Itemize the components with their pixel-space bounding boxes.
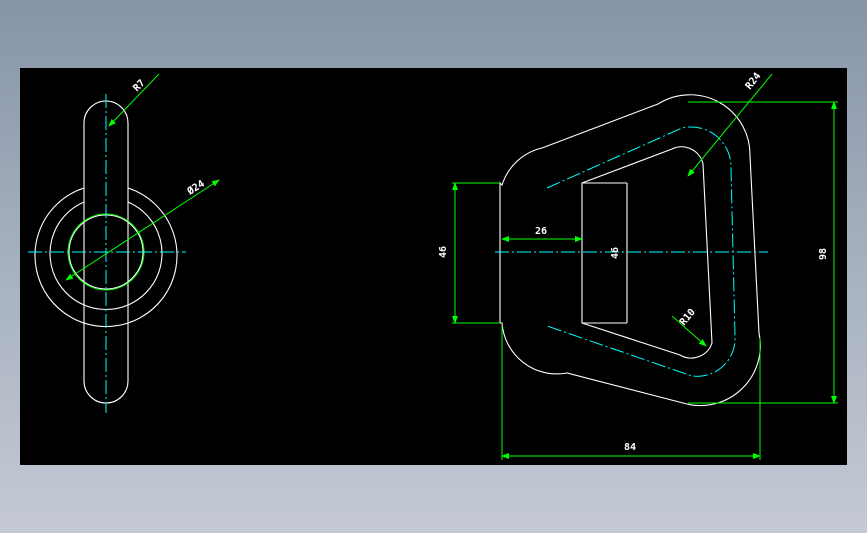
dim-r10: R10 — [678, 307, 698, 328]
front-view: 46 26 46 98 R24 R10 84 — [438, 71, 838, 460]
dim-84: 84 — [624, 442, 636, 453]
r7-leader — [108, 73, 160, 127]
dim-r7: R7 — [131, 78, 147, 94]
dim-26: 26 — [535, 226, 547, 237]
dim-46-left: 46 — [438, 246, 449, 258]
r24-leader — [687, 73, 773, 177]
outer-profile — [499, 94, 761, 407]
cad-drawing: R7 Ø24 46 26 46 98 R24 R10 84 — [28, 71, 838, 460]
side-view: R7 Ø24 — [28, 73, 220, 413]
dim-46-mid: 46 — [610, 247, 621, 259]
dim-98: 98 — [818, 248, 829, 260]
cad-canvas: R7 Ø24 46 26 46 98 R24 R10 84 — [20, 68, 847, 465]
